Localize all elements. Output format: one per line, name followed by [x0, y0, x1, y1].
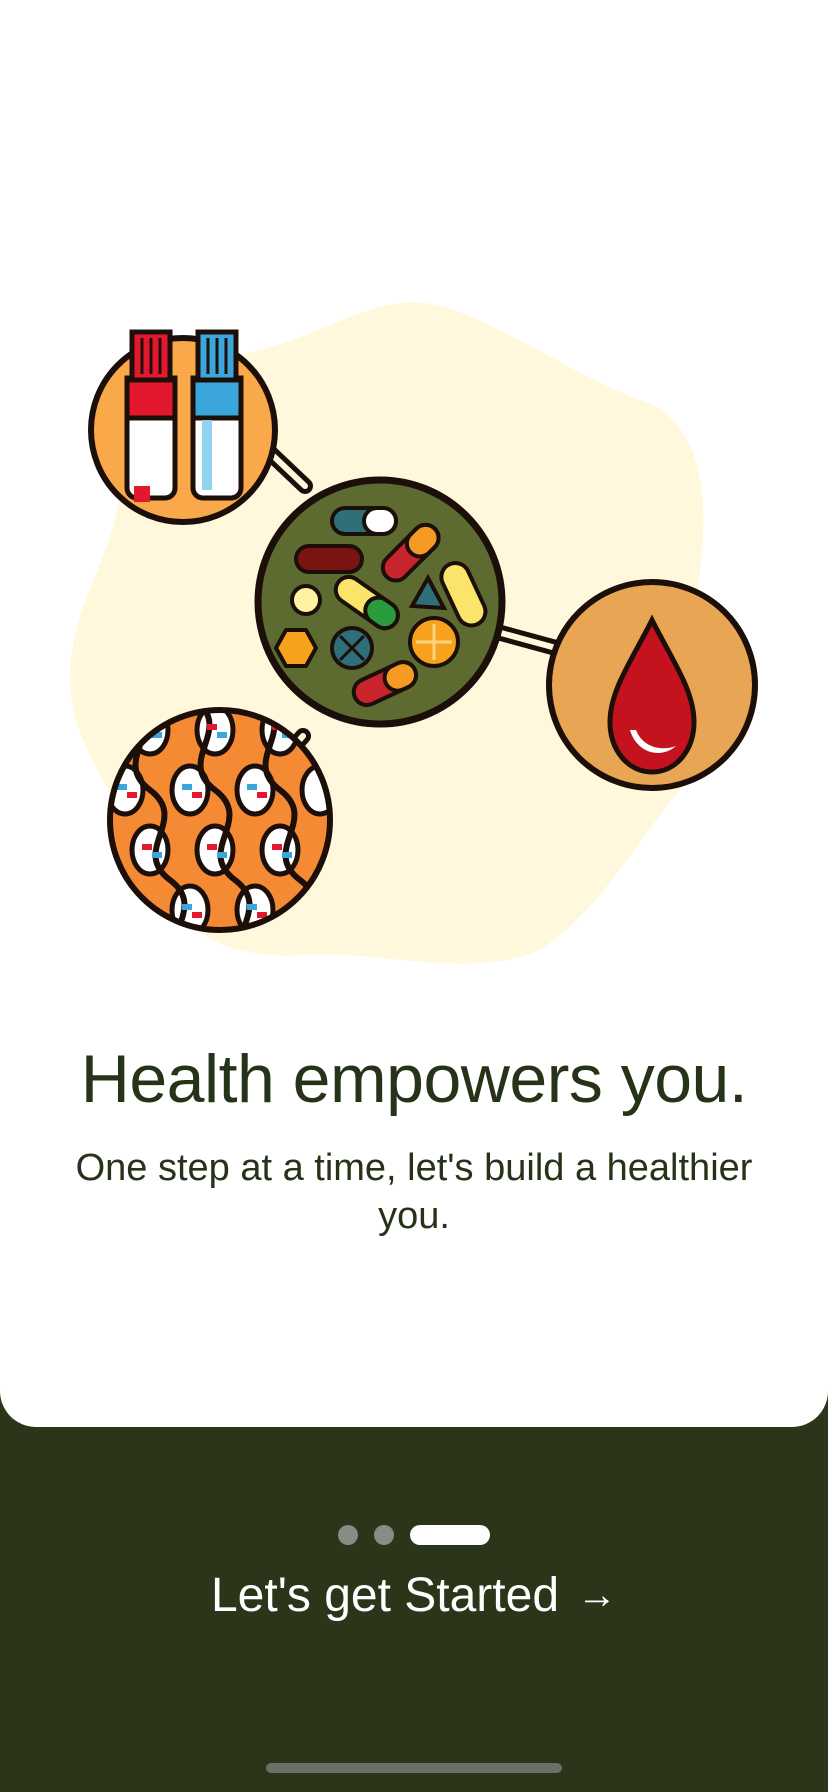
get-started-label: Let's get Started [210, 1569, 560, 1622]
pagination-dot-1[interactable] [338, 1525, 358, 1545]
health-illustration [70, 301, 758, 964]
onboarding-card: Health empowers you. One step at a time,… [0, 0, 828, 1427]
pagination-dot-3-active[interactable] [410, 1525, 490, 1545]
pills-icon [254, 476, 506, 728]
pagination-dot-2[interactable] [374, 1525, 394, 1545]
get-started-button[interactable]: Let's get Started → [0, 1568, 828, 1623]
page-title: Health empowers you. [80, 1041, 748, 1117]
blood-drop-icon [546, 579, 758, 791]
home-indicator[interactable] [266, 1763, 562, 1773]
test-tubes-icon [88, 329, 278, 525]
arrow-right-icon: → [577, 1573, 618, 1617]
page-subtitle: One step at a time, let's build a health… [75, 1147, 753, 1237]
pagination-dots [0, 1525, 828, 1545]
